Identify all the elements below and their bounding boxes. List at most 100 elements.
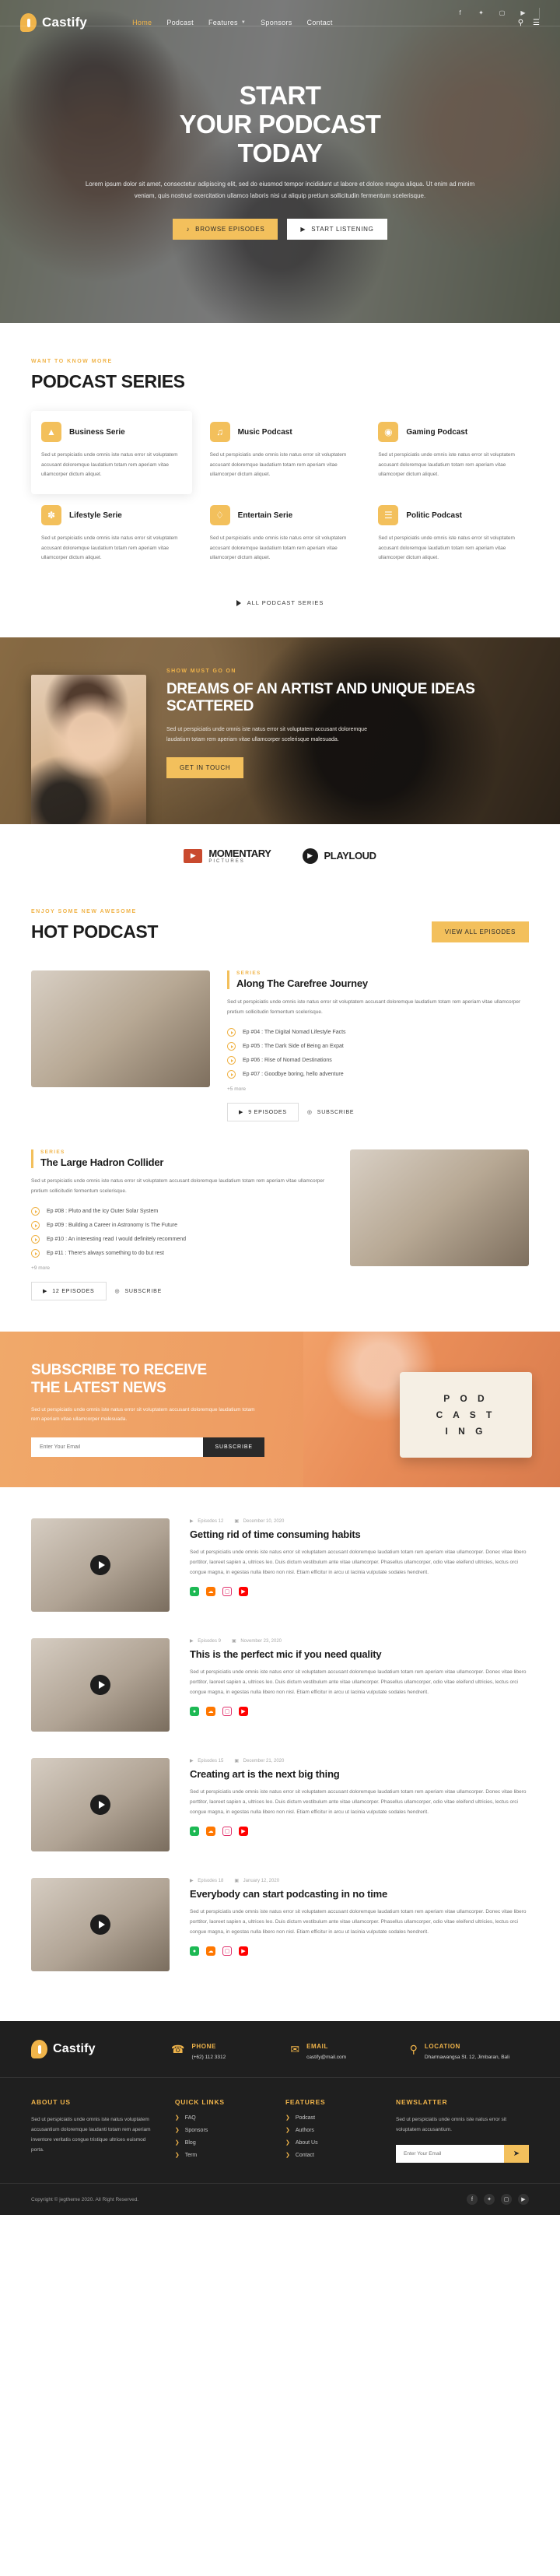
footer-link-about-us[interactable]: ❯ About Us: [285, 2139, 380, 2146]
youtube-icon[interactable]: ▶: [239, 1946, 248, 1957]
footer-link-authors[interactable]: ❯ Authors: [285, 2127, 380, 2134]
hero-section: f ✦ ▢ ▶ Castify Home Podcast Features ▼ S…: [0, 0, 560, 323]
episodes-count-button[interactable]: ▶ 9 EPISODES: [227, 1103, 299, 1122]
footer-link-contact[interactable]: ❯ Contact: [285, 2152, 380, 2159]
post-thumbnail[interactable]: [31, 1758, 170, 1852]
contact-value[interactable]: (+62) 112 3312: [191, 2055, 226, 2060]
soundcloud-icon[interactable]: ☁: [206, 1587, 215, 1597]
instagram-icon[interactable]: ▢: [497, 8, 507, 18]
episode-list-item[interactable]: Ep #08 : Pluto and the Icy Outer Solar S…: [31, 1207, 333, 1216]
soundcloud-icon[interactable]: ☁: [206, 1707, 215, 1717]
footer-link-podcast[interactable]: ❯ Podcast: [285, 2114, 380, 2122]
get-in-touch-button[interactable]: GET IN TOUCH: [166, 757, 244, 779]
episode-list-item[interactable]: Ep #05 : The Dark Side of Being an Expat: [227, 1042, 529, 1051]
newsletter-send-button[interactable]: ➤: [504, 2145, 529, 2164]
view-all-episodes-button[interactable]: VIEW ALL EPISODES: [431, 921, 529, 943]
spotify-icon[interactable]: ●: [190, 1827, 199, 1837]
episodes-count-button[interactable]: ▶ 12 EPISODES: [31, 1282, 107, 1301]
episode-list-item[interactable]: Ep #07 : Goodbye boring, hello adventure: [227, 1070, 529, 1079]
subscribe-button[interactable]: ◎ SUBSCRIBE: [307, 1109, 355, 1116]
subscribe-button[interactable]: ◎ SUBSCRIBE: [115, 1288, 163, 1295]
dreams-title: DREAMS OF AN ARTIST AND UNIQUE IDEAS SCA…: [166, 681, 475, 715]
letterboard-graphic: P O D C A S T I N G: [400, 1372, 532, 1458]
youtube-icon[interactable]: ▶: [239, 1827, 248, 1837]
episode-title: The Large Hadron Collider: [40, 1156, 164, 1169]
episode-heading: SERIES Along The Carefree Journey: [227, 970, 529, 990]
series-card-business[interactable]: ▲ Business Serie Sed ut perspiciatis und…: [31, 411, 192, 495]
instagram-icon[interactable]: ▢: [501, 2194, 512, 2206]
chevron-right-icon: ❯: [285, 2140, 290, 2146]
dreams-inner: SHOW MUST GO ON DREAMS OF AN ARTIST AND …: [0, 637, 560, 825]
partner-momentary-pictures: ▶ MOMENTARY PICTURES: [184, 848, 271, 864]
instagram-icon[interactable]: ▢: [222, 1707, 232, 1717]
footer-link-sponsors[interactable]: ❯ Sponsors: [174, 2127, 270, 2134]
facebook-icon[interactable]: f: [467, 2194, 478, 2206]
play-icon[interactable]: [90, 1675, 110, 1696]
microphone-drop-icon: [31, 2040, 47, 2059]
facebook-icon[interactable]: f: [455, 8, 465, 18]
footer-brand[interactable]: Castify: [31, 2040, 171, 2059]
twitter-icon[interactable]: ✦: [476, 8, 486, 18]
episodes-count: Episodes 12: [198, 1518, 224, 1524]
soundcloud-icon[interactable]: ☁: [206, 1946, 215, 1957]
footer-link-term[interactable]: ❯ Term: [175, 2152, 270, 2159]
soundcloud-icon[interactable]: ☁: [206, 1827, 215, 1837]
post-thumbnail[interactable]: [31, 1638, 170, 1732]
episode-list-item[interactable]: Ep #06 : Rise of Nomad Destinations: [227, 1056, 529, 1065]
start-listening-button[interactable]: ▶ START LISTENING: [287, 219, 387, 240]
episode-list-item[interactable]: Ep #10 : An interesting read I would def…: [31, 1235, 333, 1244]
post-meta: ▶ Episodes 18 ▣ January 12, 2020: [190, 1878, 529, 1884]
series-card-entertain[interactable]: ♢ Entertain Serie Sed ut perspiciatis un…: [200, 494, 361, 577]
all-podcast-series-button[interactable]: ALL PODCAST SERIES: [236, 599, 324, 606]
newsletter-email-input[interactable]: [396, 2145, 504, 2164]
footer-link-faq[interactable]: ❯ FAQ: [175, 2114, 270, 2122]
subscribe-email-input[interactable]: [31, 1437, 204, 1457]
series-card-politic[interactable]: ☰ Politic Podcast Sed ut perspiciatis un…: [368, 494, 529, 577]
post-date: ▣ November 23, 2020: [231, 1638, 282, 1644]
youtube-icon[interactable]: ▶: [518, 8, 528, 18]
series-card-music[interactable]: ♫ Music Podcast Sed ut perspiciatis unde…: [200, 411, 361, 494]
play-icon[interactable]: [90, 1555, 110, 1576]
footer-about-column: ABOUT US Sed ut perspiciatis unde omnis …: [31, 2098, 159, 2164]
twitter-icon[interactable]: ✦: [484, 2194, 495, 2206]
post-title[interactable]: This is the perfect mic if you need qual…: [190, 1648, 529, 1660]
contact-value[interactable]: castify@mail.com: [306, 2055, 346, 2060]
subscribe-submit-button[interactable]: SUBSCRIBE: [203, 1437, 264, 1457]
spotify-icon[interactable]: ●: [190, 1587, 199, 1597]
footer-contact-email: ✉ EMAIL castify@mail.com: [290, 2038, 409, 2061]
column-heading: NEWSLATTER: [396, 2098, 448, 2107]
button-label: VIEW ALL EPISODES: [444, 928, 516, 936]
episode-title: Along The Carefree Journey: [236, 977, 368, 990]
spotify-icon[interactable]: ●: [190, 1946, 199, 1957]
card-body: Sed ut perspiciatis unde omnis iste natu…: [41, 535, 178, 561]
episode-list-item[interactable]: Ep #11 : There's always something to do …: [31, 1249, 333, 1258]
instagram-icon[interactable]: ▢: [222, 1587, 232, 1597]
episode-list-item[interactable]: Ep #04 : The Digital Nomad Lifestyle Fac…: [227, 1028, 529, 1037]
browse-episodes-button[interactable]: ♪ BROWSE EPISODES: [173, 219, 278, 240]
instagram-icon[interactable]: ▢: [222, 1827, 232, 1837]
episode-list-item[interactable]: Ep #09 : Building a Career in Astronomy …: [31, 1221, 333, 1230]
series-card-lifestyle[interactable]: ✽ Lifestyle Serie Sed ut perspiciatis un…: [31, 494, 192, 577]
youtube-icon[interactable]: ▶: [239, 1707, 248, 1717]
series-card-gaming[interactable]: ◉ Gaming Podcast Sed ut perspiciatis und…: [368, 411, 529, 494]
post-thumbnail[interactable]: [31, 1518, 170, 1613]
post-title[interactable]: Getting rid of time consuming habits: [190, 1528, 529, 1540]
post-thumbnail[interactable]: [31, 1878, 170, 1972]
spotify-icon[interactable]: ●: [190, 1707, 199, 1717]
card-body: Sed ut perspiciatis unde omnis iste natu…: [209, 535, 347, 561]
post-title[interactable]: Everybody can start podcasting in no tim…: [190, 1888, 529, 1900]
footer-contact-location: ⚲ LOCATION Dharmawangsa St. 12, Jimbaran…: [410, 2038, 529, 2061]
youtube-icon[interactable]: ▶: [518, 2194, 529, 2206]
dreams-section: SHOW MUST GO ON DREAMS OF AN ARTIST AND …: [0, 637, 560, 825]
youtube-icon[interactable]: ▶: [239, 1587, 248, 1597]
play-icon[interactable]: [90, 1795, 110, 1816]
episode-label: Ep #11 : There's always something to do …: [47, 1251, 164, 1257]
instagram-icon[interactable]: ▢: [222, 1946, 232, 1957]
button-label: GET IN TOUCH: [180, 764, 231, 772]
episode-cover-image: [31, 970, 210, 1088]
chevron-right-icon: ❯: [174, 2128, 180, 2134]
post-episodes: ▶ Episodes 12: [190, 1518, 224, 1525]
post-title[interactable]: Creating art is the next big thing: [190, 1768, 529, 1780]
footer-link-blog[interactable]: ❯ Blog: [175, 2139, 270, 2146]
play-icon[interactable]: [90, 1914, 110, 1936]
